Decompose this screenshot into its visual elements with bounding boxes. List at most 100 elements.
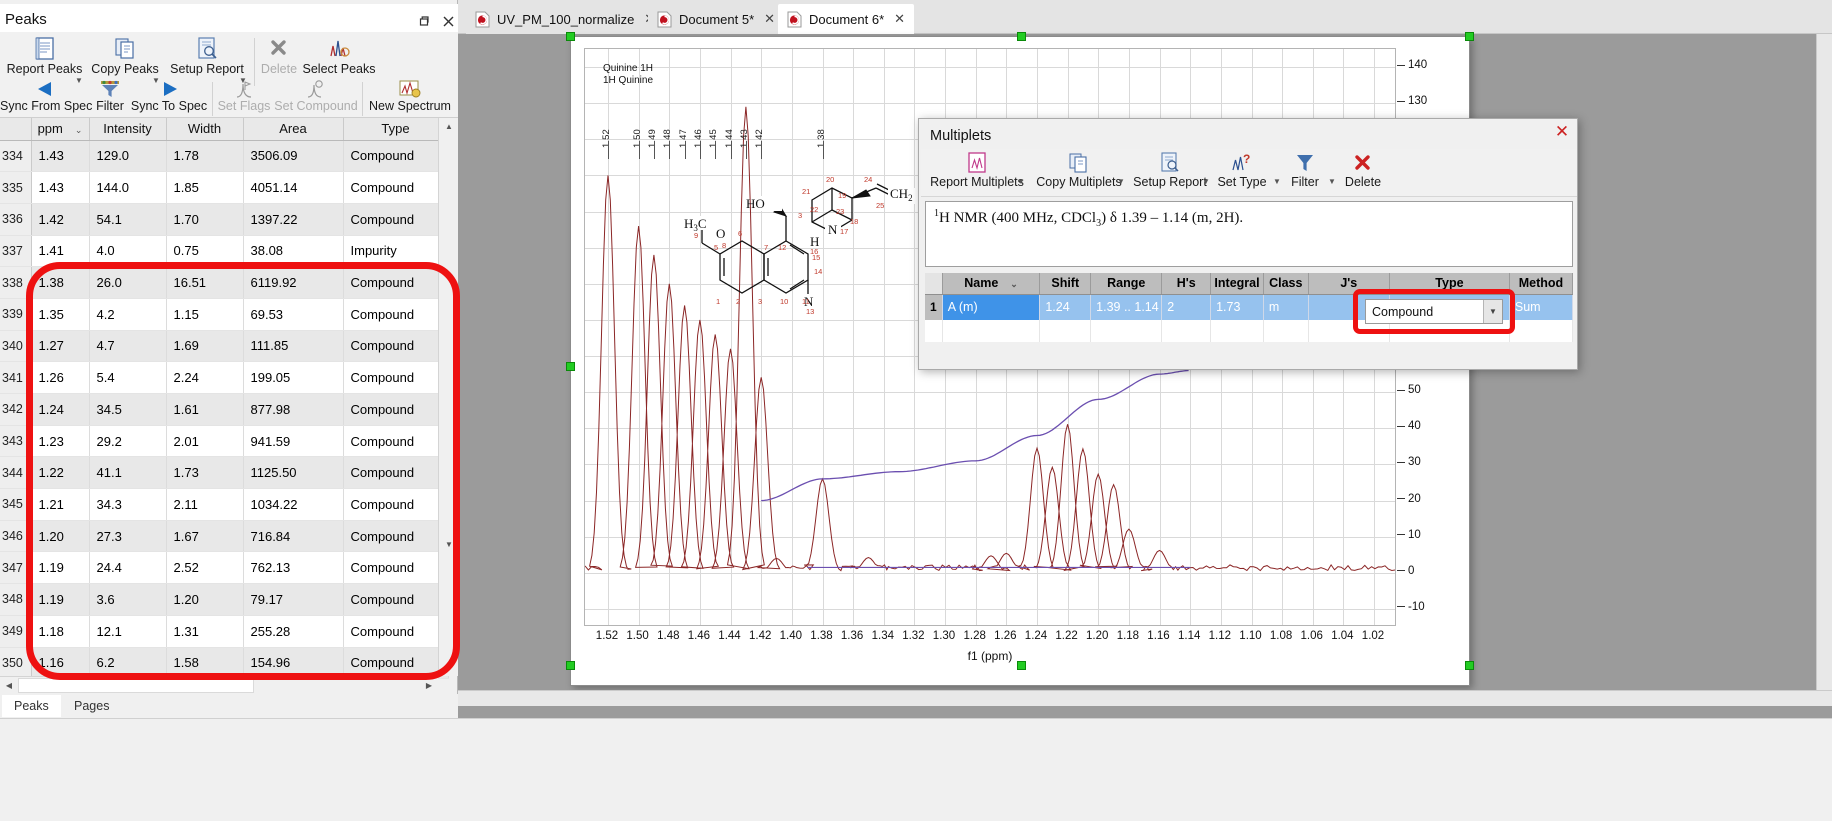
multiplet-name[interactable]: A (m) <box>942 294 1040 320</box>
copy-peaks-button[interactable]: Copy Peaks <box>88 35 162 76</box>
multiplets-report-textarea[interactable]: 1H NMR (400 MHz, CDCl3) δ 1.39 – 1.14 (m… <box>925 201 1573 267</box>
resize-grip-top-right[interactable] <box>1465 32 1474 41</box>
table-row[interactable]: 342 1.24 34.5 1.61 877.98 Compound <box>0 394 448 426</box>
column-header-js[interactable]: J's <box>1308 273 1389 294</box>
svg-text:5: 5 <box>714 243 718 252</box>
delete-button-multiplets[interactable]: Delete <box>1339 151 1387 189</box>
y-axis-tick-label: 30 <box>1397 456 1421 468</box>
table-row[interactable]: 336 1.42 54.1 1.70 1397.22 Compound <box>0 203 448 235</box>
peak-row-index: 339 <box>0 298 31 330</box>
scroll-right-arrow-icon[interactable]: ▶ <box>420 677 438 694</box>
column-header-type[interactable]: Type <box>343 118 448 140</box>
setup-report-caret-icon-multiplets[interactable]: ▼ <box>1202 177 1210 186</box>
close-icon[interactable]: ✕ <box>764 11 775 27</box>
document-tab-uv-pm-100-normalize[interactable]: UV_PM_100_normalize ✕ <box>466 4 664 34</box>
set-flags-label: Set Flags <box>216 99 272 113</box>
peak-apex-tick <box>654 141 655 159</box>
column-header-intensity[interactable]: Intensity <box>89 118 166 140</box>
filter-button[interactable]: Filter <box>90 78 130 113</box>
resize-grip-bottom-center[interactable] <box>1017 661 1026 670</box>
column-header-class[interactable]: Class <box>1263 273 1308 294</box>
table-row[interactable]: 346 1.20 27.3 1.67 716.84 Compound <box>0 520 448 552</box>
setup-report-button-multiplets[interactable]: Setup Report <box>1129 151 1211 189</box>
table-row[interactable]: 345 1.21 34.3 2.11 1034.22 Compound <box>0 489 448 521</box>
close-icon[interactable]: ✕ <box>1547 119 1577 145</box>
multiplet-type-dropdown[interactable]: Compound ▼ <box>1365 299 1503 324</box>
copy-multiplets-button[interactable]: Copy Multiplets <box>1031 151 1127 189</box>
report-peaks-button[interactable]: Report Peaks <box>2 35 87 76</box>
filter-button-multiplets[interactable]: Filter <box>1283 151 1327 189</box>
set-type-caret-icon[interactable]: ▼ <box>1273 177 1281 186</box>
document-tab-document-6[interactable]: Document 6* ✕ <box>778 4 914 34</box>
table-row[interactable]: 340 1.27 4.7 1.69 111.85 Compound <box>0 330 448 362</box>
table-row[interactable]: 343 1.23 29.2 2.01 941.59 Compound <box>0 425 448 457</box>
peaks-table: ppm ⌄ Intensity Width Area Type 334 1.43 12… <box>0 118 449 679</box>
table-row[interactable]: 344 1.22 41.1 1.73 1125.50 Compound <box>0 457 448 489</box>
close-icon[interactable] <box>437 10 459 32</box>
scroll-left-arrow-icon[interactable]: ◀ <box>0 677 18 694</box>
report-multiplets-button[interactable]: Report Multiplets <box>925 151 1029 189</box>
table-row[interactable]: 339 1.35 4.2 1.15 69.53 Compound <box>0 298 448 330</box>
resize-grip-bottom-left[interactable] <box>566 661 575 670</box>
column-header-area[interactable]: Area <box>243 118 343 140</box>
peaks-table-vertical-scrollbar[interactable]: ▲ ▼ <box>438 118 458 676</box>
scroll-up-arrow-icon[interactable]: ▲ <box>439 118 459 135</box>
report-multiplets-caret-icon[interactable]: ▼ <box>1017 177 1025 186</box>
multiplet-method[interactable]: Sum <box>1509 294 1572 320</box>
bottom-tab-peaks[interactable]: Peaks <box>2 695 61 717</box>
column-header-range[interactable]: Range <box>1091 273 1162 294</box>
column-header-ppm[interactable]: ppm ⌄ <box>31 118 89 140</box>
column-header-width[interactable]: Width <box>166 118 243 140</box>
peak-row-index: 341 <box>0 362 31 394</box>
table-row[interactable]: 347 1.19 24.4 2.52 762.13 Compound <box>0 552 448 584</box>
multiplet-range[interactable]: 1.39 .. 1.14 <box>1091 294 1162 320</box>
column-header-method[interactable]: Method <box>1509 273 1572 294</box>
resize-grip-top-left[interactable] <box>566 32 575 41</box>
canvas-vertical-scrollbar[interactable] <box>1816 34 1832 690</box>
table-row[interactable]: 337 1.41 4.0 0.75 38.08 Impurity <box>0 235 448 267</box>
chevron-down-icon[interactable]: ▼ <box>1483 300 1502 323</box>
filter-caret-icon[interactable]: ▼ <box>1328 177 1336 186</box>
multiplet-class[interactable]: m <box>1263 294 1308 320</box>
table-row[interactable]: 348 1.19 3.6 1.20 79.17 Compound <box>0 584 448 616</box>
chevron-down-icon[interactable]: ⌄ <box>1010 279 1018 289</box>
scroll-down-arrow-icon[interactable]: ▼ <box>439 536 459 553</box>
resize-grip-middle-left[interactable] <box>566 362 575 371</box>
peak-apex-label: 1.44 <box>724 129 735 148</box>
close-icon[interactable]: ✕ <box>894 11 905 27</box>
multiplet-hs[interactable]: 2 <box>1162 294 1211 320</box>
resize-grip-top-center[interactable] <box>1017 32 1026 41</box>
table-row[interactable]: 338 1.38 26.0 16.51 6119.92 Compound <box>0 267 448 299</box>
multiplets-dialog[interactable]: Multiplets ✕ Report Multiplets ▼ Copy Mu… <box>918 118 1578 370</box>
peak-type: Compound <box>343 394 448 426</box>
horizontal-scrollbar-thumb[interactable] <box>18 678 254 693</box>
peaks-table-horizontal-scrollbar[interactable]: ◀ ▶ <box>0 676 438 694</box>
bottom-tab-pages[interactable]: Pages <box>62 695 121 717</box>
setup-report-button[interactable]: Setup Report <box>165 35 249 76</box>
column-header-hs[interactable]: H's <box>1162 273 1211 294</box>
table-row[interactable]: 334 1.43 129.0 1.78 3506.09 Compound <box>0 140 448 172</box>
canvas-horizontal-scrollbar[interactable] <box>458 690 1832 706</box>
restore-icon[interactable] <box>413 10 435 32</box>
table-row[interactable]: 350 1.16 6.2 1.58 154.96 Compound <box>0 647 448 679</box>
sync-to-spec-button[interactable]: Sync To Spec <box>128 78 210 113</box>
set-type-button[interactable]: ? Set Type <box>1213 151 1271 189</box>
column-header-type[interactable]: Type <box>1389 273 1509 294</box>
table-row[interactable]: 335 1.43 144.0 1.85 4051.14 Compound <box>0 172 448 204</box>
column-header-integral[interactable]: Integral <box>1211 273 1264 294</box>
peaks-table-container[interactable]: ppm ⌄ Intensity Width Area Type 334 1.43 12… <box>0 118 458 676</box>
copy-multiplets-caret-icon[interactable]: ▼ <box>1117 177 1125 186</box>
select-peaks-button[interactable]: Select Peaks <box>302 35 376 76</box>
sync-from-spec-button[interactable]: Sync From Spec <box>0 78 92 113</box>
resize-grip-bottom-right[interactable] <box>1465 661 1474 670</box>
table-row[interactable]: 341 1.26 5.4 2.24 199.05 Compound <box>0 362 448 394</box>
document-tab-document-5[interactable]: Document 5* ✕ <box>648 4 784 34</box>
multiplet-shift[interactable]: 1.24 <box>1040 294 1091 320</box>
table-row[interactable]: 349 1.18 12.1 1.31 255.28 Compound <box>0 615 448 647</box>
set-compound-label: Set Compound <box>272 99 360 113</box>
multiplet-integral[interactable]: 1.73 <box>1211 294 1264 320</box>
column-header-name[interactable]: Name ⌄ <box>942 273 1040 294</box>
column-header-shift[interactable]: Shift <box>1040 273 1091 294</box>
chevron-down-icon[interactable]: ⌄ <box>75 125 83 135</box>
new-spectrum-button[interactable]: New Spectrum <box>366 78 454 113</box>
